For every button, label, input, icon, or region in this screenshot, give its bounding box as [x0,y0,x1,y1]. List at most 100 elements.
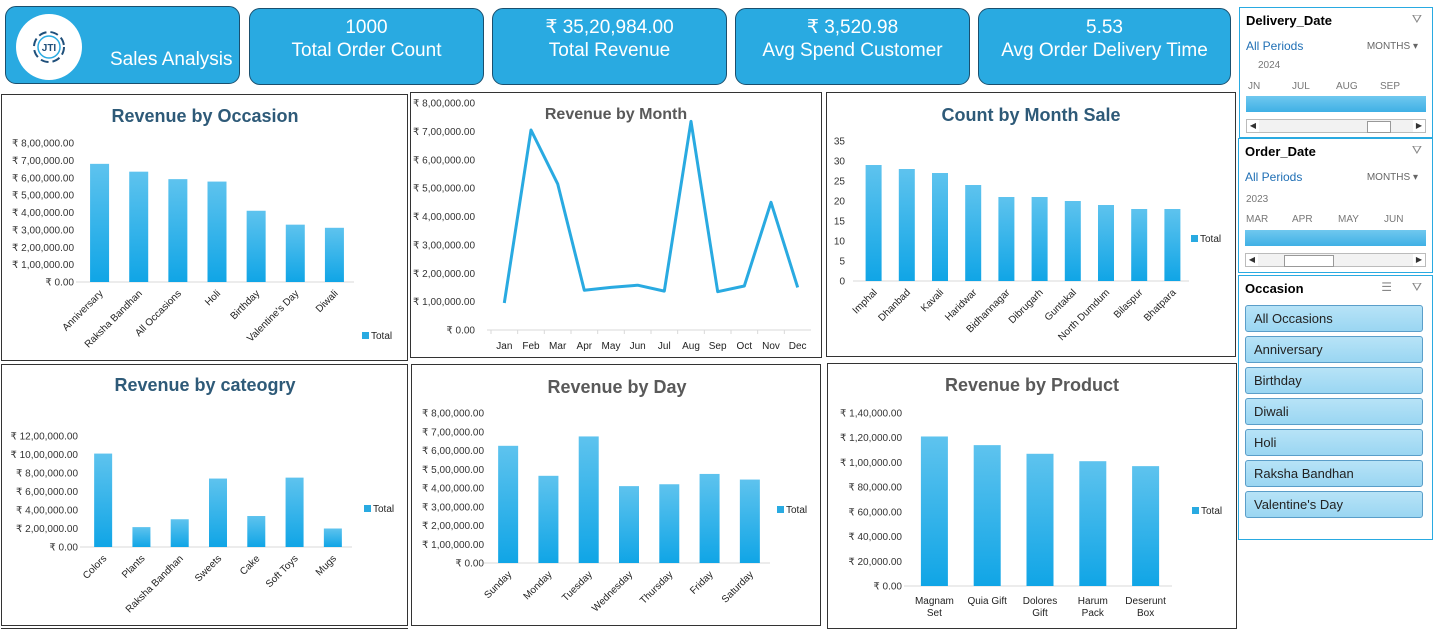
x-tick-label: Jan [496,341,512,352]
all-periods-link[interactable]: All Periods [1246,39,1303,53]
time-level-dropdown[interactable]: MONTHS ▾ [1367,172,1418,183]
x-tick-label: Dibrugarh [1007,287,1046,326]
y-tick-label: ₹ 8,00,000.00 [12,139,74,150]
x-tick-label: Birthday [229,288,263,322]
chart-svg: Revenue by Occasion₹ 8,00,000.00₹ 7,00,0… [2,95,409,362]
timeline-month: MAR [1246,214,1268,225]
scroll-left-icon[interactable]: ◀ [1247,120,1259,132]
chart-revenue-by-product[interactable]: Revenue by Product₹ 1,40,000.00₹ 1,20,00… [827,363,1237,629]
slicer-item-birthday[interactable]: Birthday [1245,367,1423,394]
bar [1098,205,1114,281]
y-tick-label: ₹ 4,00,000.00 [12,208,74,219]
chart-revenue-by-month[interactable]: Revenue by Month₹ 8,00,000.00₹ 7,00,000.… [410,92,822,358]
scroll-right-icon[interactable]: ▶ [1413,120,1425,132]
app-title: Sales Analysis [110,49,233,71]
bar [1164,209,1180,281]
time-level-dropdown[interactable]: MONTHS ▾ [1367,41,1418,52]
slicer-item-valentines-day[interactable]: Valentine's Day [1245,491,1423,518]
scrollbar-thumb[interactable] [1367,121,1391,133]
timeline-bar[interactable] [1246,96,1426,112]
x-tick-label: Aug [682,341,700,352]
scroll-left-icon[interactable]: ◀ [1246,254,1258,266]
chevron-down-icon: ▾ [1413,172,1418,183]
legend-label: Total [1201,506,1222,517]
clear-filter-icon[interactable]: ⛛ [1412,280,1422,295]
x-tick-label: Monday [522,569,555,602]
all-periods-link[interactable]: All Periods [1245,170,1302,184]
legend-label: Total [371,331,392,342]
x-tick-label: Friday [688,569,715,596]
slicer-title: Delivery_Date [1246,13,1332,28]
y-tick-label: ₹ 40,000.00 [848,532,902,543]
timeline-bar[interactable] [1245,230,1426,246]
x-tick-label: Colors [81,553,109,581]
y-tick-label: ₹ 3,00,000.00 [413,240,475,251]
y-tick-label: ₹ 0.00 [45,278,74,289]
slicer-item-anniversary[interactable]: Anniversary [1245,336,1423,363]
slicer-item-raksha-bandhan[interactable]: Raksha Bandhan [1245,460,1423,487]
bar [129,172,148,282]
y-tick-label: ₹ 0.00 [873,582,902,593]
bar [579,436,599,563]
bar [1032,197,1048,281]
clear-filter-icon[interactable]: ⛛ [1412,143,1422,158]
chart-svg: Revenue by Month₹ 8,00,000.00₹ 7,00,000.… [411,93,823,359]
x-tick-label: Dec [789,341,807,352]
timeline-scrollbar[interactable]: ◀ ▶ [1245,253,1426,267]
timeline-scrollbar[interactable]: ◀ ▶ [1246,119,1426,133]
y-tick-label: ₹ 5,00,000.00 [422,465,484,476]
chart-revenue-by-day[interactable]: Revenue by Day₹ 8,00,000.00₹ 7,00,000.00… [411,364,821,626]
bar [899,169,915,281]
multi-select-icon[interactable]: ☰ [1381,280,1392,294]
chart-svg: Revenue by Product₹ 1,40,000.00₹ 1,20,00… [828,364,1238,630]
slicer-occasion[interactable]: Occasion ☰ ⛛ All Occasions Anniversary B… [1238,275,1433,540]
company-logo: JTI [16,14,82,80]
legend-swatch [1191,235,1198,242]
x-tick-label: Deserunt [1125,596,1166,607]
scroll-right-icon[interactable]: ▶ [1413,254,1425,266]
legend-label: Total [786,505,807,516]
timeline-month: SEP [1380,81,1400,92]
x-tick-label: Dhanbad [876,287,912,323]
x-tick-label: Sweets [193,553,224,584]
kpi-value: 1000 [250,17,483,39]
x-tick-label: Saturday [720,569,756,605]
clear-filter-icon[interactable]: ⛛ [1412,12,1422,27]
x-tick-label: Dolores [1023,596,1057,607]
legend-label: Total [373,504,394,515]
time-level-label: MONTHS [1367,172,1410,183]
chart-svg: Revenue by Day₹ 8,00,000.00₹ 7,00,000.00… [412,365,822,627]
legend-label: Total [1200,234,1221,245]
bar [498,446,518,563]
slicer-delivery-date[interactable]: Delivery_Date ⛛ All Periods MONTHS ▾ 202… [1239,7,1433,138]
y-tick-label: ₹ 1,00,000.00 [840,458,902,469]
x-tick-label: Magnam [915,596,954,607]
slicer-item-diwali[interactable]: Diwali [1245,398,1423,425]
bar [740,480,760,563]
slicer-order-date[interactable]: Order_Date ⛛ All Periods MONTHS ▾ 2023 M… [1238,138,1433,273]
slicer-item-holi[interactable]: Holi [1245,429,1423,456]
y-tick-label: ₹ 60,000.00 [848,507,902,518]
y-tick-label: 35 [834,137,846,148]
chart-revenue-by-category[interactable]: Revenue by cateogry₹ 12,00,000.00₹ 10,00… [1,364,408,626]
kpi-value: ₹ 3,520.98 [736,17,969,39]
x-tick-label: Box [1137,608,1154,619]
chart-count-by-month-sale[interactable]: Count by Month Sale35302520151050ImphalD… [826,92,1236,357]
timeline-month: AUG [1336,81,1358,92]
slicer-item-all-occasions[interactable]: All Occasions [1245,305,1423,332]
y-tick-label: ₹ 8,00,000.00 [413,99,475,110]
x-tick-label: Imphal [851,287,880,316]
chart-title: Count by Month Sale [942,105,1121,125]
x-tick-label: Kavali [919,287,946,314]
y-tick-label: ₹ 1,00,000.00 [422,540,484,551]
chart-svg: Revenue by cateogry₹ 12,00,000.00₹ 10,00… [2,365,409,627]
bar [866,165,882,281]
y-tick-label: ₹ 1,00,000.00 [413,297,475,308]
chart-revenue-by-occasion[interactable]: Revenue by Occasion₹ 8,00,000.00₹ 7,00,0… [1,94,408,361]
kpi-value: 5.53 [979,17,1230,39]
y-tick-label: ₹ 3,00,000.00 [422,502,484,513]
x-tick-label: Mar [549,341,567,352]
bar [94,454,112,547]
logo-text: JTI [42,43,57,54]
scrollbar-thumb[interactable] [1284,255,1334,267]
